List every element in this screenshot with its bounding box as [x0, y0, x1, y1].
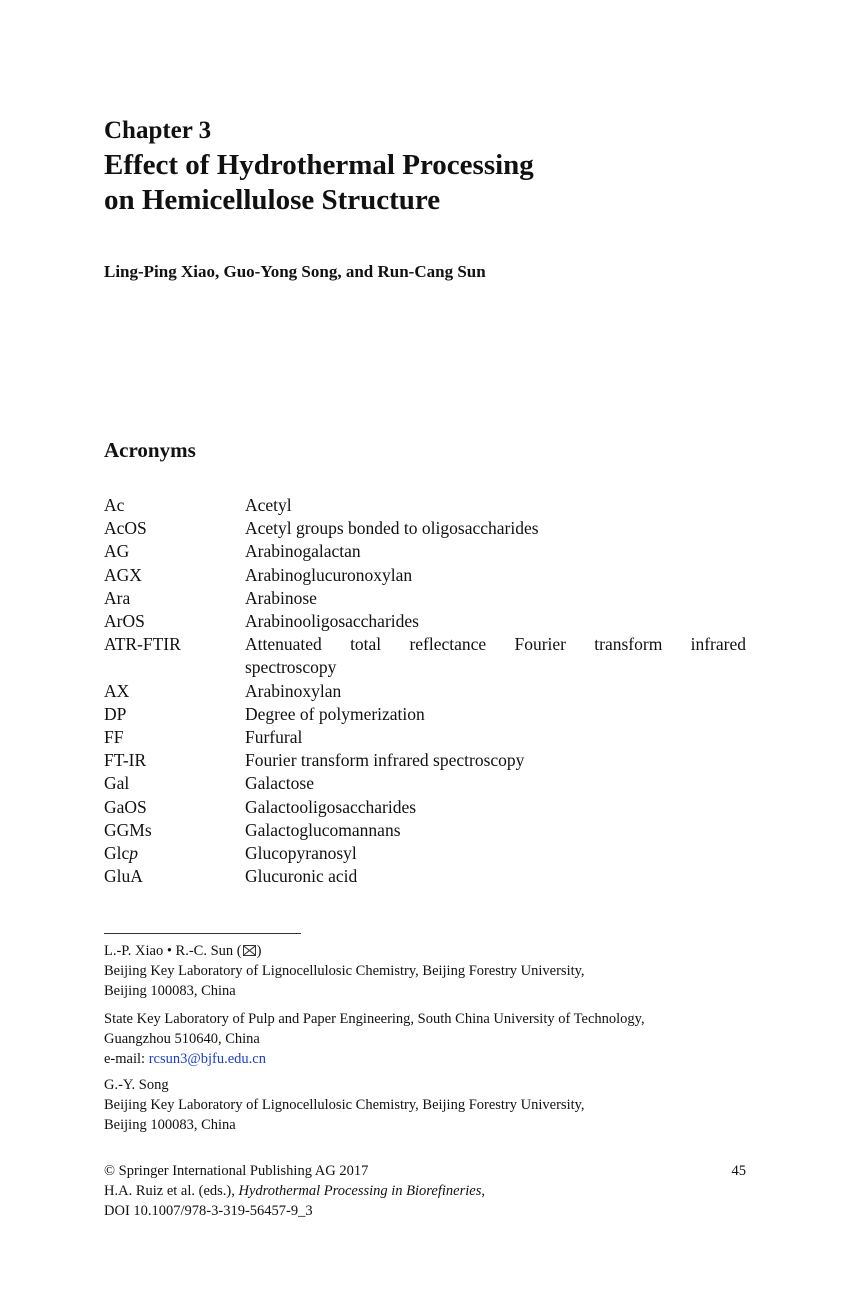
acronym-row: GluA Glucuronic acid	[104, 865, 746, 888]
affiliation-block-3: G.-Y. Song Beijing Key Laboratory of Lig…	[104, 1075, 754, 1135]
chapter-title-line-1: Effect of Hydrothermal Processing	[104, 149, 534, 181]
acronym-abbr: Gal	[104, 773, 130, 794]
citation-suffix: ,	[481, 1183, 485, 1199]
email-link[interactable]: rcsun3@bjfu.edu.cn	[149, 1051, 266, 1067]
chapter-title-line-2: on Hemicellulose Structure	[104, 184, 441, 216]
book-title: Hydrothermal Processing in Biorefineries	[238, 1183, 482, 1199]
acronym-abbr: AX	[104, 680, 130, 701]
affiliation-line: Beijing 100083, China	[104, 983, 236, 999]
acronym-definition: Acetyl	[245, 495, 292, 515]
affiliation-line: Beijing Key Laboratory of Lignocellulosi…	[104, 963, 585, 979]
acronym-abbr: Ac	[104, 495, 125, 515]
acronym-row: AGX Arabinoglucuronoxylan	[104, 564, 746, 587]
acronym-definition: Glucopyranosyl	[245, 843, 357, 864]
acronym-row: Gal Galactose	[104, 772, 746, 795]
acronym-row: AG Arabinogalactan	[104, 540, 746, 563]
envelope-icon	[242, 945, 256, 956]
affiliation-names: G.-Y. Song	[104, 1077, 169, 1093]
affiliation-line: State Key Laboratory of Pulp and Paper E…	[104, 1011, 645, 1027]
acronym-row: Ac Acetyl	[104, 494, 746, 517]
acronym-abbr-italic: p	[129, 843, 139, 864]
acronym-row: ArOS Arabinooligosaccharides	[104, 610, 746, 633]
acronym-abbr: AG	[104, 541, 130, 562]
acronym-abbr: DP	[104, 703, 127, 724]
acronym-abbr: FT-IR	[104, 750, 147, 771]
acronym-list: Ac Acetyl AcOS Acetyl groups bonded to o…	[104, 494, 746, 888]
affiliation-names-text: L.-P. Xiao • R.-C. Sun (	[104, 943, 242, 959]
acronym-definition: Arabinose	[245, 587, 317, 608]
citation-prefix: H.A. Ruiz et al. (eds.),	[104, 1183, 239, 1199]
affiliation-block-1: L.-P. Xiao • R.-C. Sun () Beijing Key La…	[104, 941, 754, 1001]
acronym-row: GaOS Galactooligosaccharides	[104, 796, 746, 819]
acronym-abbr: AcOS	[104, 518, 147, 539]
acronym-definition-line-2: spectroscopy	[245, 657, 337, 678]
acronym-definition: Arabinoglucuronoxylan	[245, 564, 413, 585]
chapter-title: Effect of Hydrothermal Processing on Hem…	[104, 148, 534, 218]
acronym-abbr-prefix: Glc	[104, 843, 130, 864]
acronym-row: AX Arabinoxylan	[104, 680, 746, 703]
acronym-abbr: GGMs	[104, 819, 152, 840]
acronym-abbr: FF	[104, 727, 124, 748]
acronym-abbr: Glcp	[104, 842, 245, 865]
acronym-definition: Arabinoxylan	[245, 680, 342, 701]
chapter-label: Chapter 3	[104, 117, 212, 144]
author-list: Ling-Ping Xiao, Guo-Yong Song, and Run-C…	[104, 262, 486, 281]
copyright-line: © Springer International Publishing AG 2…	[104, 1163, 369, 1179]
acronym-row: GGMs Galactoglucomannans	[104, 819, 746, 842]
acronyms-heading: Acronyms	[104, 438, 196, 462]
acronym-definition: Attenuated total reflectance Fourier tra…	[245, 633, 746, 679]
acronym-abbr: Ara	[104, 587, 131, 608]
affiliation-block-2: State Key Laboratory of Pulp and Paper E…	[104, 1009, 754, 1069]
acronym-row: AcOS Acetyl groups bonded to oligosaccha…	[104, 517, 746, 540]
acronym-row: ATR-FTIR Attenuated total reflectance Fo…	[104, 633, 746, 679]
acronym-definition: Galactose	[245, 773, 314, 794]
affiliation-names-close: )	[256, 943, 262, 959]
acronym-definition-line-1: Attenuated total reflectance Fourier tra…	[245, 634, 746, 655]
acronym-abbr: ATR-FTIR	[104, 634, 181, 655]
doi-line: DOI 10.1007/978-3-319-56457-9_3	[104, 1203, 313, 1219]
page-number: 45	[731, 1163, 747, 1179]
acronym-abbr: AGX	[104, 564, 142, 585]
acronym-definition: Galactooligosaccharides	[245, 796, 417, 817]
acronym-abbr: ArOS	[104, 611, 145, 632]
acronym-definition: Arabinogalactan	[245, 541, 361, 562]
affiliation-line: Guangzhou 510640, China	[104, 1031, 260, 1047]
acronym-definition: Furfural	[245, 727, 303, 748]
acronym-row: FF Furfural	[104, 726, 746, 749]
acronym-definition: Glucuronic acid	[245, 866, 358, 887]
acronym-definition: Acetyl groups bonded to oligosaccharides	[245, 518, 539, 539]
acronym-definition: Galactoglucomannans	[245, 819, 401, 840]
acronym-definition: Fourier transform infrared spectroscopy	[245, 750, 525, 771]
acronym-row: Glcp Glucopyranosyl	[104, 842, 746, 865]
acronym-abbr: GluA	[104, 866, 143, 887]
affiliation-line: Beijing 100083, China	[104, 1117, 236, 1133]
page-footer: © Springer International Publishing AG 2…	[104, 1161, 746, 1221]
email-line: e-mail: rcsun3@bjfu.edu.cn	[104, 1049, 754, 1069]
footnote-divider	[104, 933, 301, 934]
acronym-definition: Arabinooligosaccharides	[245, 611, 419, 632]
acronym-definition: Degree of polymerization	[245, 703, 425, 724]
acronym-row: Ara Arabinose	[104, 587, 746, 610]
affiliation-names: L.-P. Xiao • R.-C. Sun ()	[104, 941, 754, 961]
email-label: e-mail:	[104, 1051, 149, 1067]
affiliation-line: Beijing Key Laboratory of Lignocellulosi…	[104, 1097, 585, 1113]
acronym-row: DP Degree of polymerization	[104, 703, 746, 726]
acronym-row: FT-IR Fourier transform infrared spectro…	[104, 749, 746, 772]
acronym-abbr: GaOS	[104, 796, 147, 817]
citation-line: H.A. Ruiz et al. (eds.), Hydrothermal Pr…	[104, 1181, 746, 1201]
